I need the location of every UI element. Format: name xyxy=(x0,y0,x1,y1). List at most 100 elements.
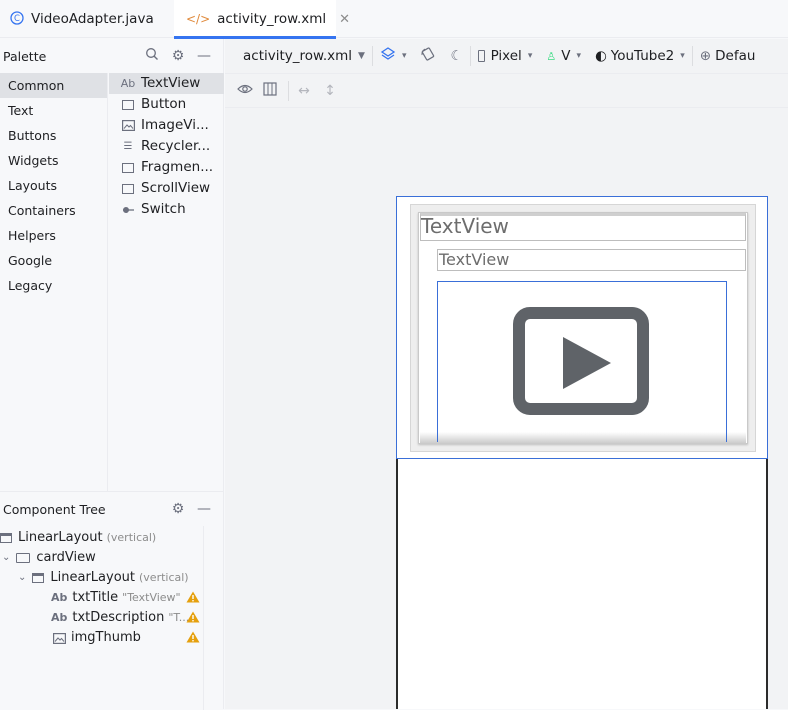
widget-label: ScrollView xyxy=(141,180,211,196)
category-containers[interactable]: Containers xyxy=(0,198,107,223)
chevron-down-icon: ▼ xyxy=(358,51,365,61)
image-icon xyxy=(120,120,136,131)
horizontal-resize-icon[interactable]: ↔ xyxy=(295,82,313,100)
device-label: Pixel xyxy=(490,48,522,64)
gear-icon[interactable]: ⚙ xyxy=(169,500,187,518)
node-label: LinearLayout xyxy=(18,530,103,545)
close-icon[interactable]: ✕ xyxy=(339,12,350,27)
category-google[interactable]: Google xyxy=(0,248,107,273)
widget-fragment[interactable]: Fragmen... xyxy=(109,157,224,178)
vertical-resize-icon[interactable]: ↕ xyxy=(321,82,339,100)
widget-textview[interactable]: Ab TextView xyxy=(109,73,224,94)
theme-label: YouTube2 xyxy=(610,48,675,64)
node-label: LinearLayout xyxy=(50,570,135,585)
list-icon: ☰ xyxy=(123,141,133,152)
linearlayout-icon xyxy=(32,573,45,583)
textview-icon: Ab xyxy=(51,591,68,604)
api-level-dropdown[interactable]: ♙ V ▾ xyxy=(539,39,588,73)
device-dropdown[interactable]: Pixel ▾ xyxy=(471,39,540,73)
node-hint: (vertical) xyxy=(106,531,157,544)
minimize-icon[interactable]: — xyxy=(195,500,213,518)
fragment-icon xyxy=(120,162,136,173)
tab-label: activity_row.xml xyxy=(217,11,327,27)
locale-label: Defau xyxy=(715,48,756,64)
widget-label: TextView xyxy=(141,75,201,91)
chevron-down-icon: ▾ xyxy=(527,51,533,61)
widget-recyclerview[interactable]: ☰ Recycler... xyxy=(109,136,224,157)
node-label: txtTitle xyxy=(72,590,119,605)
android-icon: ♙ xyxy=(546,49,557,63)
txttitle-preview: TextView xyxy=(421,214,509,238)
chevron-down-icon[interactable]: ⌄ xyxy=(18,568,26,588)
textview-icon: Ab xyxy=(120,77,136,90)
category-layouts[interactable]: Layouts xyxy=(0,173,107,198)
toolbar-divider xyxy=(288,81,289,101)
palette-categories: Common Text Buttons Widgets Layouts Cont… xyxy=(0,73,108,491)
widget-label: Button xyxy=(141,96,187,112)
theme-dropdown[interactable]: ◐ YouTube2 ▾ xyxy=(588,39,692,73)
category-helpers[interactable]: Helpers xyxy=(0,223,107,248)
switch-icon xyxy=(120,206,136,214)
tree-node-root-linearlayout[interactable]: LinearLayout (vertical) xyxy=(0,528,156,548)
palette-title: Palette xyxy=(3,49,47,64)
palette-widgets: Ab TextView Button ImageVi... ☰ Recycler… xyxy=(109,73,224,220)
category-text[interactable]: Text xyxy=(0,98,107,123)
search-icon[interactable] xyxy=(143,47,161,65)
tree-node-linearlayout[interactable]: ⌄ LinearLayout (vertical) xyxy=(18,568,189,588)
theme-icon: ◐ xyxy=(595,48,607,64)
category-widgets[interactable]: Widgets xyxy=(0,148,107,173)
widget-imageview[interactable]: ImageVi... xyxy=(109,115,224,136)
columns-icon[interactable] xyxy=(261,82,279,100)
globe-icon: ⊕ xyxy=(699,48,712,64)
tree-node-cardview[interactable]: ⌄ cardView xyxy=(2,548,96,568)
warning-icon[interactable] xyxy=(186,611,200,623)
tab-videoadapter-java[interactable]: C VideoAdapter.java xyxy=(10,0,154,38)
warning-icon[interactable] xyxy=(186,631,200,643)
component-tree-title: Component Tree xyxy=(3,502,106,517)
palette-panel: Palette ⚙ — Common Text Buttons Widgets … xyxy=(0,39,224,491)
locale-dropdown[interactable]: ⊕ Defau xyxy=(693,39,763,73)
node-hint: (vertical) xyxy=(139,571,189,584)
node-hint: "TextView" xyxy=(122,591,181,604)
java-class-icon: C xyxy=(10,10,24,28)
rotate-icon xyxy=(420,46,436,66)
editor-toolbar: activity_row.xml ▼ ▾ ☾ Pixel ▾ ♙ V ▾ ◐ Y… xyxy=(225,39,788,74)
button-icon xyxy=(120,99,136,110)
chevron-down-icon[interactable]: ⌄ xyxy=(2,548,10,568)
orientation-dropdown[interactable] xyxy=(413,39,443,73)
tab-label: VideoAdapter.java xyxy=(31,11,154,27)
widget-scrollview[interactable]: ScrollView xyxy=(109,178,224,199)
xml-icon: </> xyxy=(186,12,211,26)
tree-node-txttitle[interactable]: Ab txtTitle "TextView" xyxy=(51,588,181,608)
editor-tab-bar: C VideoAdapter.java </> activity_row.xml… xyxy=(0,0,788,39)
category-buttons[interactable]: Buttons xyxy=(0,123,107,148)
txtdescription-preview: TextView xyxy=(439,250,510,269)
eye-icon[interactable] xyxy=(236,82,254,100)
component-tree: LinearLayout (vertical) ⌄ cardView ⌄ Lin… xyxy=(0,526,204,710)
api-label: V xyxy=(561,48,571,64)
category-legacy[interactable]: Legacy xyxy=(0,273,107,298)
chevron-down-icon: ▾ xyxy=(576,51,581,61)
widget-label: Switch xyxy=(141,201,186,217)
file-dropdown[interactable]: activity_row.xml ▼ xyxy=(225,39,372,73)
tree-node-txtdescription[interactable]: Ab txtDescription "T... xyxy=(51,608,189,628)
view-options-toolbar: ↔ ↕ xyxy=(225,74,788,108)
chevron-down-icon: ▾ xyxy=(680,51,685,61)
tab-activity-row-xml[interactable]: </> activity_row.xml ✕ xyxy=(174,0,350,39)
tree-node-imgthumb[interactable]: imgThumb xyxy=(53,628,141,648)
gear-icon[interactable]: ⚙ xyxy=(169,47,187,65)
minimize-icon[interactable]: — xyxy=(195,47,213,65)
design-surface-dropdown[interactable]: ▾ xyxy=(373,39,414,73)
widget-switch[interactable]: Switch xyxy=(109,199,224,220)
moon-icon: ☾ xyxy=(450,48,463,64)
widget-label: ImageVi... xyxy=(141,117,209,133)
category-common[interactable]: Common xyxy=(0,73,107,98)
linearlayout-icon xyxy=(0,533,12,543)
widget-button[interactable]: Button xyxy=(109,94,224,115)
textview-icon: Ab xyxy=(51,611,68,624)
night-mode-dropdown[interactable]: ☾ xyxy=(443,39,469,73)
node-label: cardView xyxy=(36,550,96,565)
node-label: txtDescription xyxy=(72,610,165,625)
widget-label: Fragmen... xyxy=(141,159,214,175)
warning-icon[interactable] xyxy=(186,591,200,603)
